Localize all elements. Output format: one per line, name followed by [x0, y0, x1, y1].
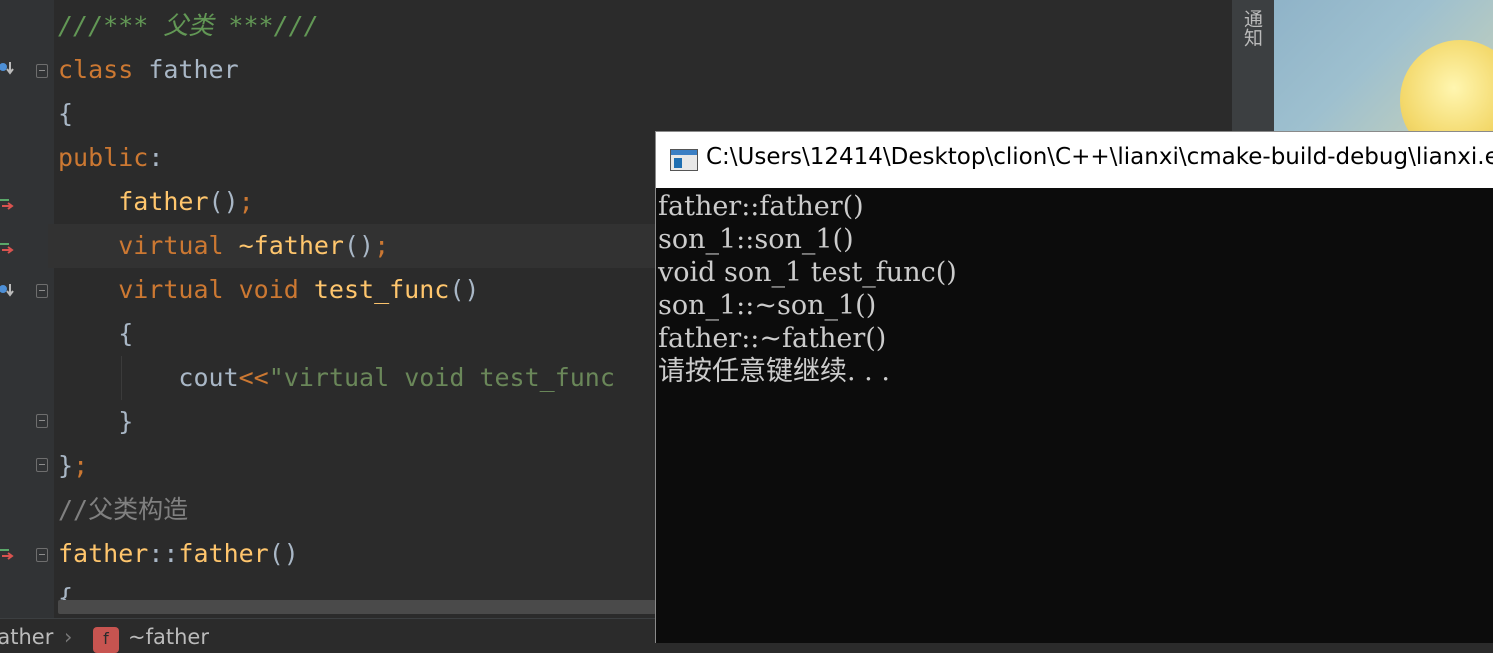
code-token: }: [58, 451, 74, 480]
breadcrumb: father › f ~father: [0, 618, 656, 653]
code-token: ///*** 父类 ***///: [58, 11, 319, 40]
console-title-bar[interactable]: C:\Users\12414\Desktop\clion\C++\lianxi\…: [656, 132, 1493, 188]
code-line[interactable]: public:: [58, 136, 163, 180]
fold-icon[interactable]: [36, 548, 48, 562]
implemented-icon[interactable]: [0, 60, 18, 76]
console-line: 请按任意键继续. . .: [658, 356, 890, 387]
code-token: father: [148, 55, 239, 84]
code-token: father: [118, 187, 209, 216]
fold-icon[interactable]: [36, 458, 48, 472]
code-token: "virtual void test_func: [268, 363, 615, 392]
code-token: virtual: [58, 231, 239, 260]
code-token: {: [58, 99, 74, 128]
code-line[interactable]: //父类构造: [58, 488, 188, 532]
desktop-wallpaper: [1274, 0, 1493, 132]
console-title: C:\Users\12414\Desktop\clion\C++\lianxi\…: [706, 144, 1493, 170]
code-token: (): [208, 187, 239, 216]
fold-icon[interactable]: [36, 64, 48, 78]
code-token: father: [178, 539, 269, 568]
code-line[interactable]: virtual ~father();: [48, 224, 668, 268]
code-token: //父类构造: [58, 495, 189, 524]
code-token: class: [58, 55, 149, 84]
console-line: son_1::son_1(): [658, 224, 854, 255]
override-icon[interactable]: [0, 240, 18, 256]
fold-icon[interactable]: [36, 284, 48, 298]
code-token: test_func: [313, 275, 450, 304]
code-token: public: [58, 143, 149, 172]
code-line[interactable]: ///*** 父类 ***///: [58, 4, 319, 48]
code-token: {: [58, 319, 134, 348]
code-token: cout: [58, 363, 239, 392]
code-token: }: [58, 407, 134, 436]
indent-guide: [121, 356, 122, 400]
code-line[interactable]: {: [58, 312, 133, 356]
breadcrumb-item-class[interactable]: father: [0, 625, 53, 649]
breadcrumb-item-function[interactable]: ~father: [128, 625, 209, 649]
console-output[interactable]: father::father() son_1::son_1() void son…: [656, 190, 957, 388]
code-line[interactable]: virtual void test_func(): [58, 268, 479, 312]
code-line[interactable]: };: [58, 444, 88, 488]
breadcrumb-separator: ›: [64, 625, 73, 649]
editor-gutter[interactable]: [0, 0, 54, 618]
code-token: ~father: [238, 231, 344, 260]
horizontal-scrollbar[interactable]: [58, 600, 656, 614]
override-icon[interactable]: [0, 546, 18, 562]
code-token: (): [343, 231, 375, 260]
code-token: virtual void: [58, 275, 314, 304]
override-icon[interactable]: [0, 196, 18, 212]
code-token: <<: [238, 363, 269, 392]
code-token: ;: [73, 451, 89, 480]
console-line: father::father(): [658, 191, 864, 222]
console-app-icon: [670, 149, 698, 171]
code-token: (): [268, 539, 299, 568]
console-line: void son_1 test_func(): [658, 257, 957, 288]
implemented-icon[interactable]: [0, 282, 18, 298]
code-token: ;: [374, 231, 390, 260]
console-line: father::~father(): [658, 323, 887, 354]
notifications-tab[interactable]: 通知: [1234, 0, 1266, 56]
code-token: (): [449, 275, 480, 304]
code-line[interactable]: class father: [58, 48, 239, 92]
function-icon: f: [93, 627, 119, 653]
code-line[interactable]: father::father(): [58, 532, 299, 576]
fold-icon[interactable]: [36, 414, 48, 428]
code-token: ;: [238, 187, 254, 216]
wallpaper-figure: [1400, 40, 1493, 132]
code-line[interactable]: }: [58, 400, 133, 444]
code-token: ::: [148, 539, 179, 568]
code-token: father: [58, 539, 149, 568]
console-line: son_1::~son_1(): [658, 290, 877, 321]
code-line[interactable]: {: [58, 92, 73, 136]
console-window[interactable]: C:\Users\12414\Desktop\clion\C++\lianxi\…: [655, 131, 1493, 643]
code-line[interactable]: father();: [58, 180, 254, 224]
code-token: :: [148, 143, 164, 172]
code-line[interactable]: cout<<"virtual void test_func: [58, 356, 615, 400]
